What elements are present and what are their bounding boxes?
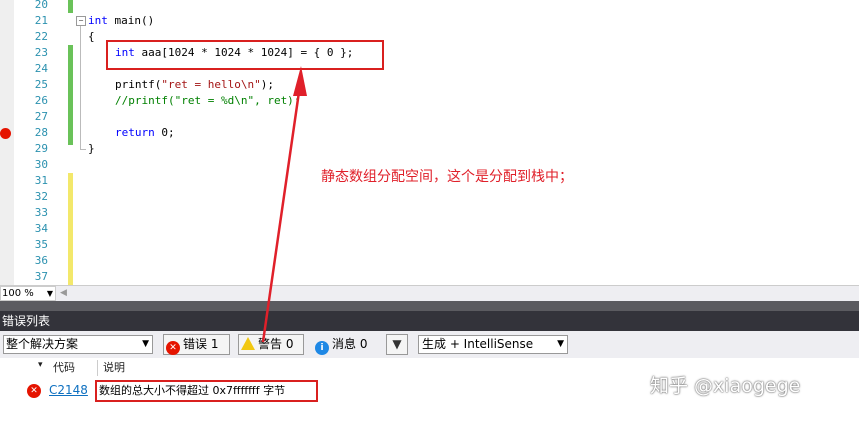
code-line-21[interactable]: int main() xyxy=(88,13,154,29)
annotation-text: 静态数组分配空间，这个是分配到栈中； xyxy=(321,169,573,185)
breakpoint-margin[interactable] xyxy=(0,0,14,285)
error-list-empty-area xyxy=(0,403,859,424)
editor-status-bar: 100 % ▼ ◀ xyxy=(0,285,859,302)
string-literal: "ret = hello\n" xyxy=(161,78,261,91)
line-number: 36 xyxy=(34,254,48,267)
code-line-25[interactable]: printf("ret = hello\n"); xyxy=(115,77,274,93)
panel-splitter[interactable] xyxy=(0,301,859,311)
code-text: 0; xyxy=(154,126,175,139)
watermark: 知乎 @xiaogege xyxy=(650,375,801,397)
change-marker-saved xyxy=(68,0,73,13)
line-number: 32 xyxy=(34,190,48,203)
chevron-down-icon: ▼ xyxy=(142,339,149,349)
breakpoint-icon[interactable] xyxy=(0,128,11,139)
zoom-value: 100 % xyxy=(2,288,34,299)
errors-label: 错误 1 xyxy=(183,337,219,351)
collapse-icon[interactable]: − xyxy=(76,16,86,26)
column-header-code[interactable]: 代码 xyxy=(53,358,75,378)
line-number: 33 xyxy=(34,206,48,219)
messages-label: 消息 0 xyxy=(332,337,368,351)
build-filter-dropdown[interactable]: 生成 + IntelliSense ▼ xyxy=(418,335,568,354)
column-header-description[interactable]: 说明 xyxy=(103,358,125,378)
code-editor[interactable]: 20 21 22 23 24 25 26 27 28 29 30 31 32 3… xyxy=(0,0,859,285)
scope-dropdown[interactable]: 整个解决方案 ▼ xyxy=(3,335,153,354)
line-numbers: 20 21 22 23 24 25 26 27 28 29 30 31 32 3… xyxy=(14,0,52,285)
line-number: 27 xyxy=(34,110,48,123)
chevron-down-icon: ▼ xyxy=(46,289,53,298)
line-number: 35 xyxy=(34,238,48,251)
code-line-26[interactable]: //printf("ret = %d\n", ret); xyxy=(115,93,300,109)
line-number: 20 xyxy=(34,0,48,11)
scope-value: 整个解决方案 xyxy=(6,337,79,351)
chevron-down-icon: ▼ xyxy=(557,339,564,349)
code-line-22[interactable]: { xyxy=(88,29,95,45)
warnings-label: 警告 0 xyxy=(258,337,294,351)
warning-icon xyxy=(241,337,255,350)
line-number: 37 xyxy=(34,270,48,283)
error-code-link[interactable]: C2148 xyxy=(49,378,88,403)
keyword: return xyxy=(115,126,155,139)
line-number: 29 xyxy=(34,142,48,155)
filter-icon: ▼ xyxy=(392,337,402,351)
error-icon: ✕ xyxy=(166,341,180,355)
highlight-box xyxy=(106,40,384,70)
line-number: 28 xyxy=(34,126,48,139)
panel-title: 错误列表 xyxy=(0,311,859,331)
keyword: int xyxy=(88,14,108,27)
error-icon: ✕ xyxy=(27,384,41,398)
build-filter-value: 生成 + IntelliSense xyxy=(422,337,534,351)
line-number: 24 xyxy=(34,62,48,75)
code-text: printf( xyxy=(115,78,162,91)
line-number: 23 xyxy=(34,46,48,59)
info-icon: i xyxy=(315,341,329,355)
line-number: 30 xyxy=(34,158,48,171)
zoom-dropdown[interactable]: 100 % ▼ xyxy=(0,286,56,301)
fold-guide xyxy=(80,26,81,150)
code-line-29[interactable]: } xyxy=(88,141,95,157)
line-number: 25 xyxy=(34,78,48,91)
line-number: 31 xyxy=(34,174,48,187)
fold-guide-end xyxy=(80,149,86,150)
column-divider[interactable] xyxy=(97,360,98,376)
error-description: 数组的总大小不得超过 0x7fffffff 字节 xyxy=(99,384,286,397)
change-marker-saved xyxy=(68,45,73,145)
line-number: 26 xyxy=(34,94,48,107)
errors-filter-button[interactable]: ✕ 错误 1 xyxy=(163,334,230,355)
filter-button[interactable]: ▼ xyxy=(386,334,408,355)
scroll-left-icon[interactable]: ◀ xyxy=(60,288,67,298)
warnings-filter-button[interactable]: 警告 0 xyxy=(238,334,304,355)
error-list-toolbar: 整个解决方案 ▼ ✕ 错误 1 警告 0 i 消息 0 ▼ 生成 + Intelli… xyxy=(0,331,859,358)
code-text: main() xyxy=(107,14,155,27)
line-number: 34 xyxy=(34,222,48,235)
line-number: 21 xyxy=(34,14,48,27)
code-line-28[interactable]: return 0; xyxy=(115,125,175,141)
sort-icon[interactable]: ▾ xyxy=(38,358,43,372)
code-text: ); xyxy=(260,78,274,91)
messages-filter-button[interactable]: i 消息 0 xyxy=(312,334,378,355)
change-marker-unsaved xyxy=(68,173,73,285)
line-number: 22 xyxy=(34,30,48,43)
